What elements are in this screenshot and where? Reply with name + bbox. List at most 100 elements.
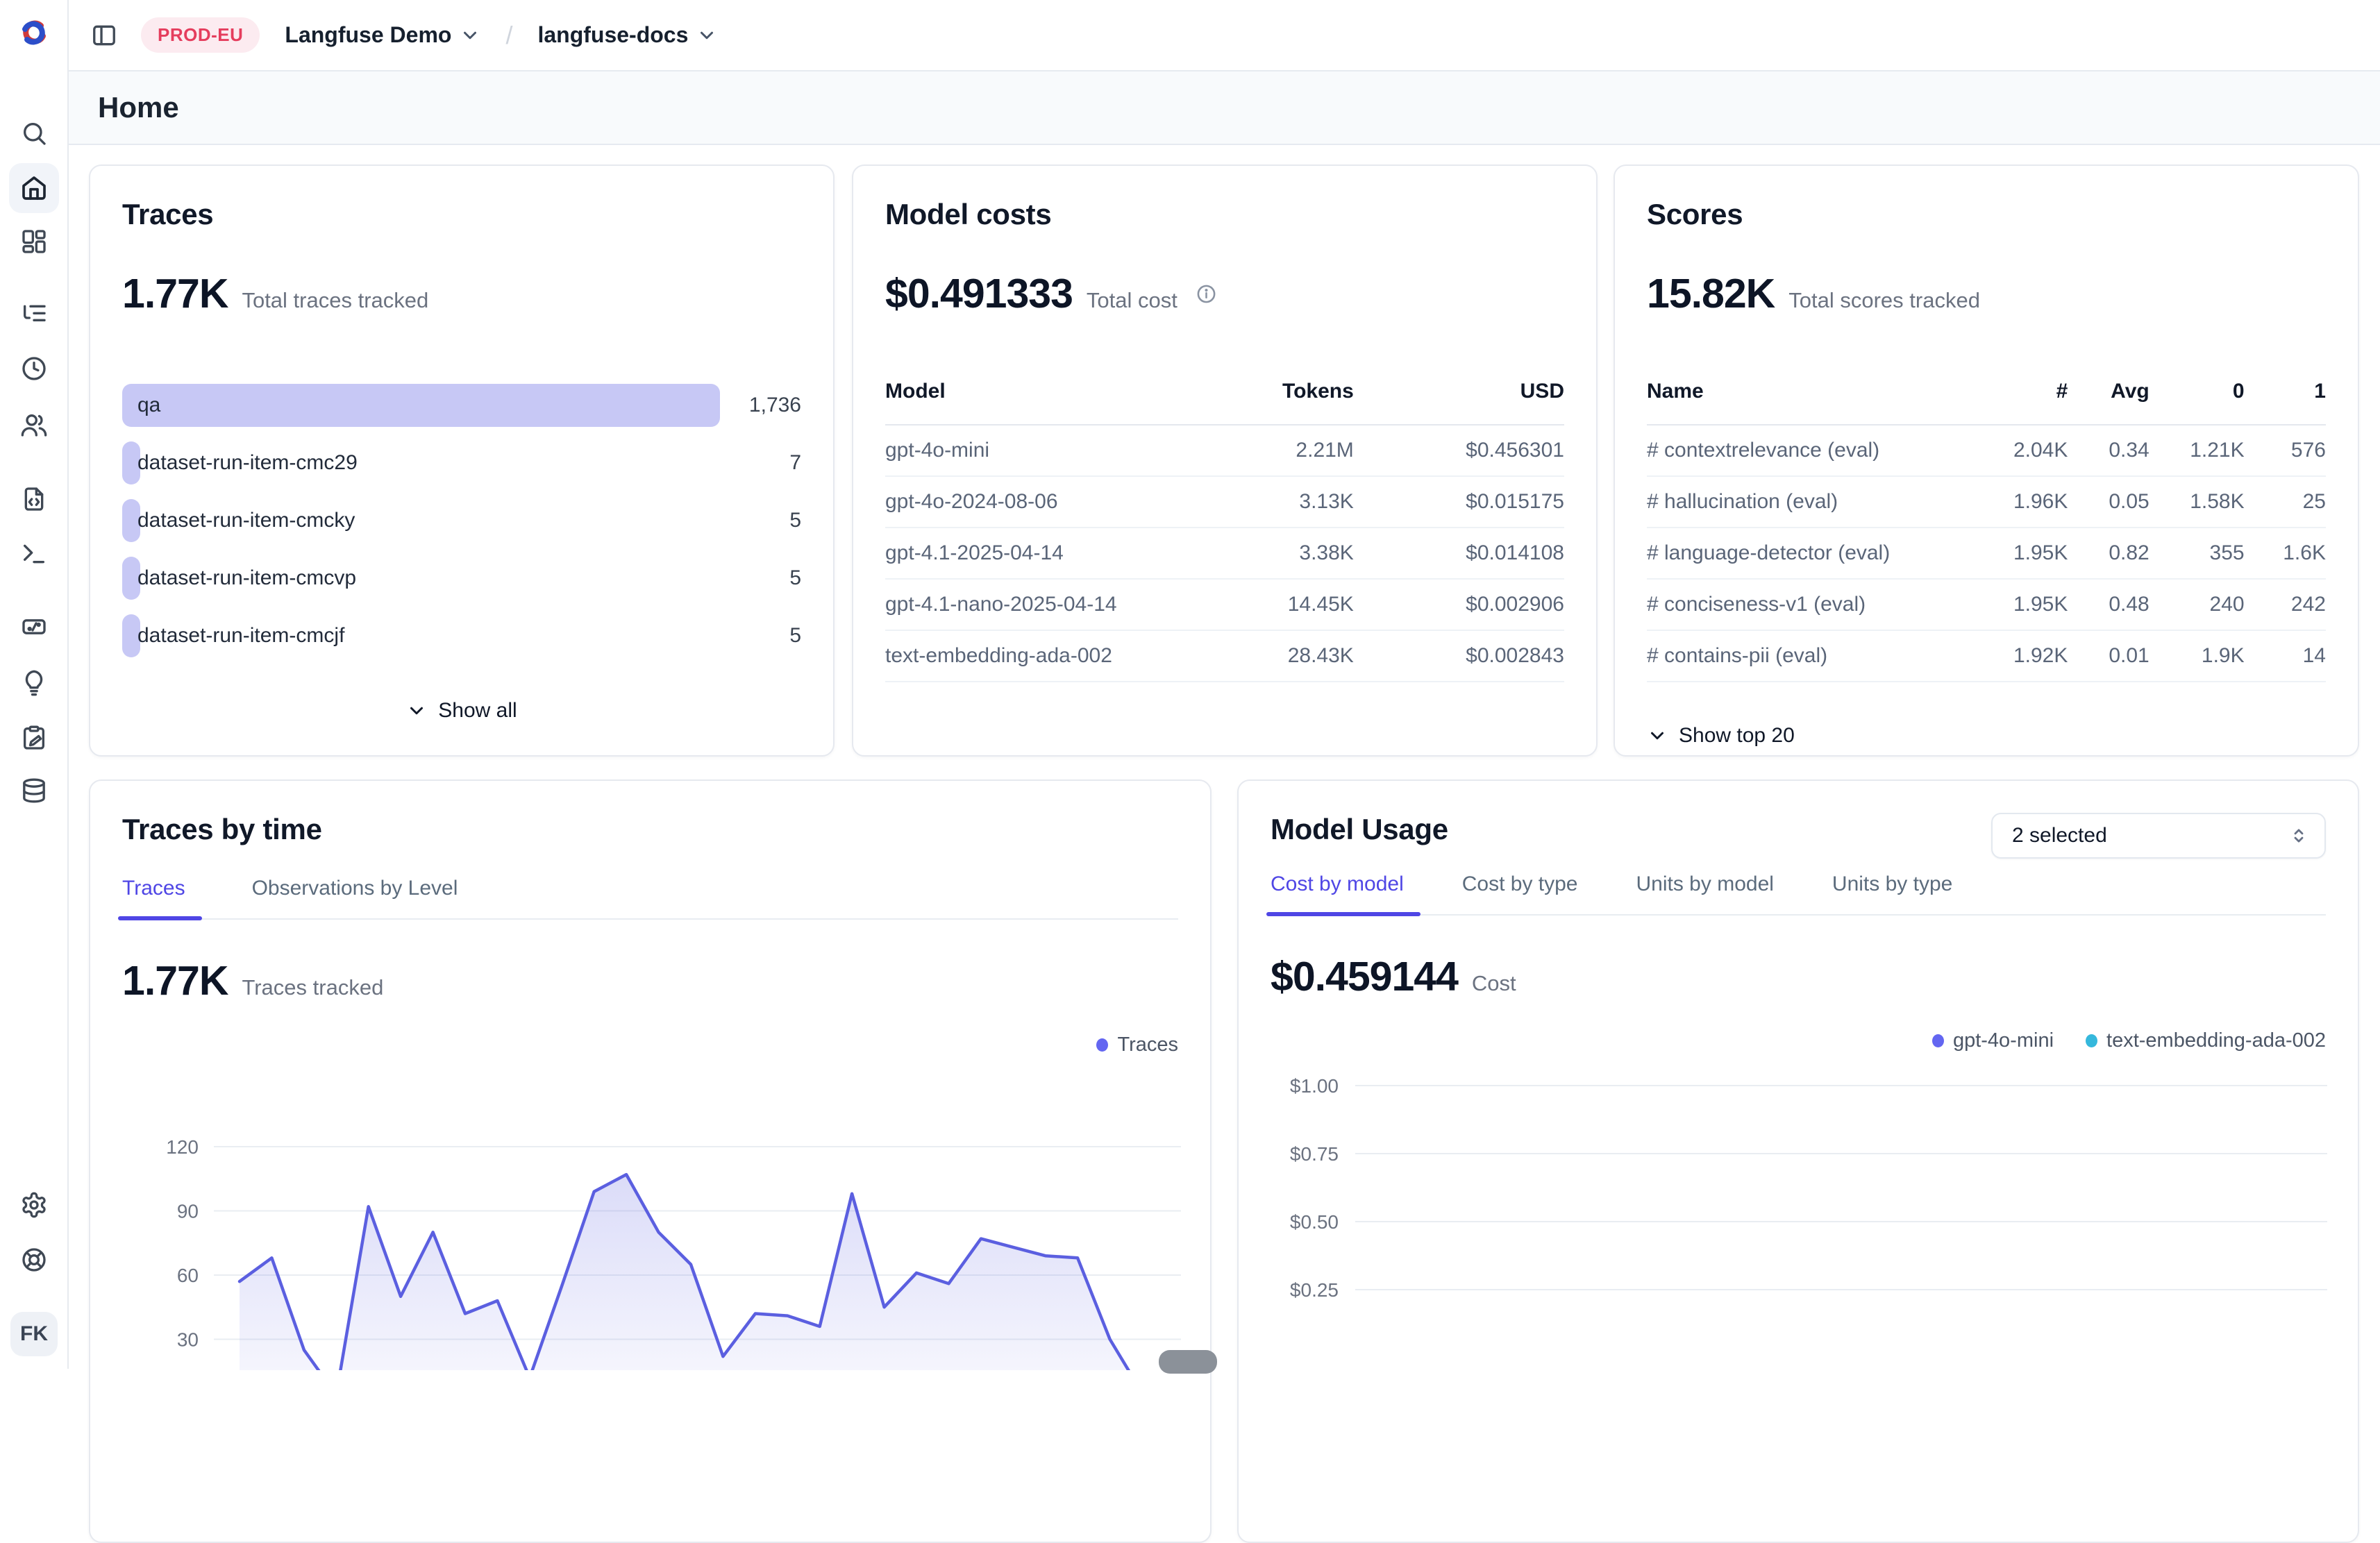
- trace-label: dataset-run-item-cmcky: [137, 499, 355, 542]
- model-cost-row[interactable]: gpt-4o-mini2.21M$0.456301: [885, 425, 1564, 477]
- trace-bar: [122, 384, 720, 427]
- table-cell: 0.01: [2068, 644, 2149, 668]
- traces-tracked-label: Traces tracked: [242, 975, 383, 1000]
- table-cell: 1.21K: [2149, 439, 2245, 462]
- chevron-down-icon: [460, 25, 480, 46]
- trace-list-item[interactable]: dataset-run-item-cmcjf5: [122, 614, 801, 657]
- trace-list-item[interactable]: dataset-run-item-cmcky 5: [122, 499, 801, 542]
- area-fill: [240, 1174, 1142, 1370]
- score-row[interactable]: # contextrelevance (eval)2.04K0.341.21K5…: [1647, 425, 2326, 477]
- score-row[interactable]: # contains-pii (eval)1.92K0.011.9K14: [1647, 631, 2326, 682]
- table-cell: 1.96K: [1952, 490, 2068, 514]
- org-switcher[interactable]: Langfuse Demo: [285, 22, 480, 48]
- table-cell: # conciseness-v1 (eval): [1647, 593, 1952, 616]
- table-cell: 2.04K: [1952, 439, 2068, 462]
- info-icon[interactable]: [1196, 283, 1217, 305]
- score-row[interactable]: # hallucination (eval)1.96K0.051.58K25: [1647, 477, 2326, 528]
- tracing-icon[interactable]: [20, 301, 48, 328]
- model-cost-row[interactable]: text-embedding-ada-00228.43K$0.002843: [885, 631, 1564, 682]
- card-title: Traces by time: [122, 813, 1178, 846]
- settings-icon[interactable]: [20, 1191, 48, 1219]
- usage-cost-label: Cost: [1472, 971, 1516, 996]
- tab-observations-by-level[interactable]: Observations by Level: [252, 877, 458, 918]
- dashboards-icon[interactable]: [20, 228, 48, 255]
- prompts-icon[interactable]: [20, 485, 48, 513]
- trace-count: 1,736: [749, 384, 801, 427]
- table-header-row: ModelTokensUSD: [885, 380, 1564, 425]
- model-select-dropdown[interactable]: 2 selected: [1991, 813, 2326, 859]
- table-cell: 1.95K: [1952, 593, 2068, 616]
- tab-units-by-model[interactable]: Units by model: [1636, 872, 1774, 914]
- table-cell: 0.82: [2068, 541, 2149, 565]
- table-cell: 1.9K: [2149, 644, 2245, 668]
- tab-traces[interactable]: Traces: [122, 877, 185, 918]
- environment-badge[interactable]: PROD-EU: [141, 17, 260, 53]
- show-all-button[interactable]: Show all: [122, 699, 801, 723]
- y-axis-tick-label: 90: [177, 1200, 199, 1222]
- table-cell: 1.58K: [2149, 490, 2245, 514]
- page-header: Home: [69, 70, 2380, 145]
- card-title: Model Usage: [1271, 813, 1448, 846]
- trace-list-item[interactable]: dataset-run-item-cmc297: [122, 441, 801, 484]
- trace-count: 5: [789, 499, 801, 542]
- model-cost-row[interactable]: gpt-4.1-nano-2025-04-1414.45K$0.002906: [885, 580, 1564, 631]
- experiments-icon[interactable]: [20, 724, 48, 752]
- project-name: langfuse-docs: [537, 22, 688, 48]
- table-cell: 28.43K: [1198, 644, 1354, 668]
- table-cell: $0.002843: [1354, 644, 1564, 668]
- y-axis-tick-label: $0.75: [1290, 1143, 1339, 1165]
- home-icon[interactable]: [9, 163, 59, 213]
- card-title: Model costs: [885, 198, 1564, 231]
- sessions-icon[interactable]: [20, 355, 48, 382]
- score-row[interactable]: # conciseness-v1 (eval)1.95K0.48240242: [1647, 580, 2326, 631]
- score-row[interactable]: # language-detector (eval)1.95K0.823551.…: [1647, 528, 2326, 580]
- org-name: Langfuse Demo: [285, 22, 451, 48]
- trace-list-item[interactable]: dataset-run-item-cmcvp5: [122, 557, 801, 600]
- table-cell: # contextrelevance (eval): [1647, 439, 1952, 462]
- user-avatar[interactable]: FK: [10, 1312, 58, 1356]
- trace-count: 5: [789, 614, 801, 657]
- model-cost-row[interactable]: gpt-4o-2024-08-063.13K$0.015175: [885, 477, 1564, 528]
- project-switcher[interactable]: langfuse-docs: [537, 22, 717, 48]
- card-title: Scores: [1647, 198, 2326, 231]
- users-icon[interactable]: [20, 411, 48, 439]
- model-usage-chart: $1.00$0.75$0.50$0.25: [1271, 1065, 2329, 1363]
- annotation-icon[interactable]: [20, 669, 48, 697]
- table-cell: gpt-4o-mini: [885, 439, 1198, 462]
- tab-units-by-type[interactable]: Units by type: [1832, 872, 1952, 914]
- table-cell: 25: [2245, 490, 2326, 514]
- tab-cost-by-type[interactable]: Cost by type: [1462, 872, 1578, 914]
- table-cell: 0.05: [2068, 490, 2149, 514]
- model-cost-row[interactable]: gpt-4.1-2025-04-143.38K$0.014108: [885, 528, 1564, 580]
- table-cell: 0.34: [2068, 439, 2149, 462]
- playground-icon[interactable]: [20, 540, 48, 568]
- legend-dot: [1932, 1034, 1944, 1047]
- chevrons-up-down-icon: [2288, 825, 2309, 846]
- tab-cost-by-model[interactable]: Cost by model: [1271, 872, 1404, 914]
- evaluation-icon[interactable]: [20, 613, 48, 641]
- table-cell: gpt-4o-2024-08-06: [885, 490, 1198, 514]
- sidebar-toggle-icon[interactable]: [91, 22, 117, 49]
- model-usage-card: Model Usage 2 selected Cost by model Cos…: [1237, 779, 2359, 1543]
- traces-card: Traces 1.77K Total traces tracked qa1,73…: [89, 165, 835, 757]
- table-cell: 1.6K: [2245, 541, 2326, 565]
- langfuse-logo-icon[interactable]: [19, 18, 49, 47]
- show-top-20-button[interactable]: Show top 20: [1647, 724, 1795, 748]
- table-cell: 2.21M: [1198, 439, 1354, 462]
- traces-total-label: Total traces tracked: [242, 288, 428, 313]
- support-icon[interactable]: [20, 1246, 48, 1274]
- y-axis-tick-label: 30: [177, 1329, 199, 1350]
- column-header: 0: [2149, 380, 2245, 403]
- table-cell: 355: [2149, 541, 2245, 565]
- datasets-icon[interactable]: [20, 777, 48, 804]
- column-header: Tokens: [1198, 380, 1354, 403]
- trace-list-item[interactable]: qa1,736: [122, 384, 801, 427]
- search-icon[interactable]: [20, 119, 48, 147]
- traces-by-time-tabs: Traces Observations by Level: [122, 877, 1178, 920]
- table-cell: # hallucination (eval): [1647, 490, 1952, 514]
- model-costs-card: Model costs $0.491333 Total cost ModelTo…: [852, 165, 1598, 757]
- y-axis-tick-label: 60: [177, 1265, 199, 1286]
- column-header: Avg: [2068, 380, 2149, 403]
- horizontal-scrollbar-thumb[interactable]: [1159, 1350, 1217, 1374]
- table-cell: 576: [2245, 439, 2326, 462]
